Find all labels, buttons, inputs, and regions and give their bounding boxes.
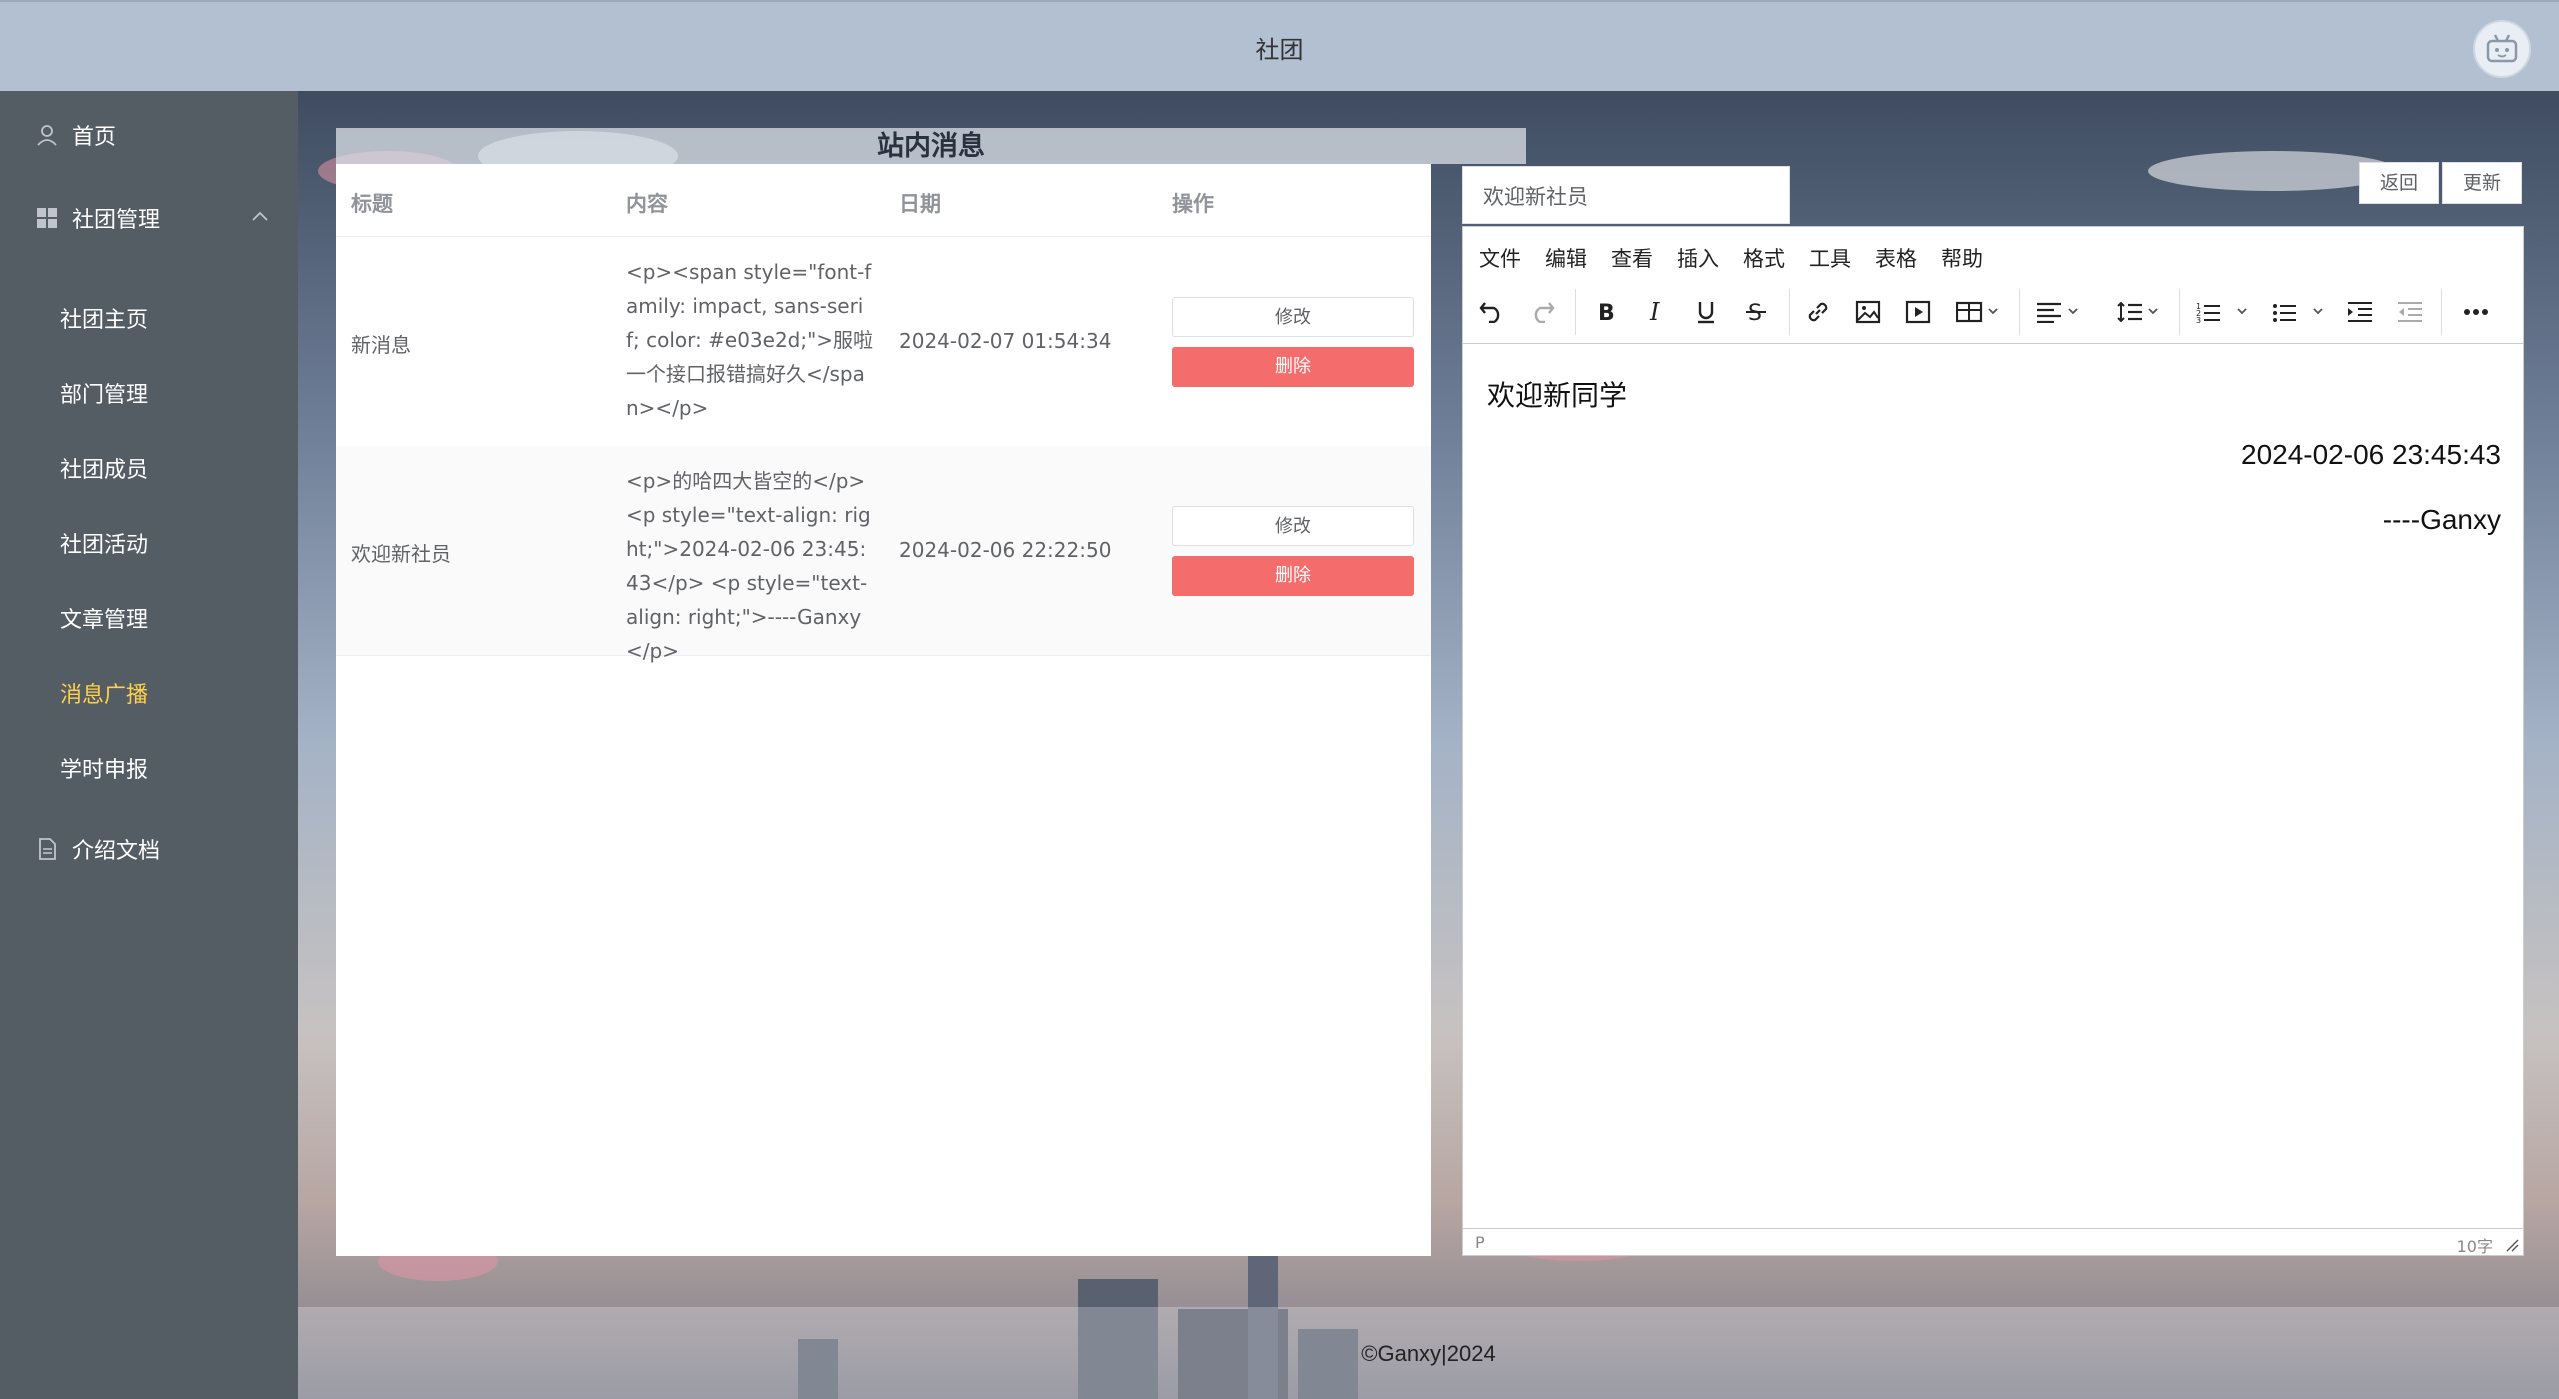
- back-button[interactable]: 返回: [2359, 162, 2439, 204]
- sidebar-item-label: 介绍文档: [72, 839, 161, 864]
- sidebar-item-broadcast[interactable]: 消息广播: [0, 668, 298, 718]
- app-title: 社团: [1255, 36, 1304, 64]
- row-content: <p>的哈四大皆空的</p> <p style="text-align: rig…: [626, 469, 871, 663]
- sidebar-item-club-home[interactable]: 社团主页: [0, 293, 298, 343]
- numbered-list-icon[interactable]: 123: [2193, 295, 2255, 329]
- outdent-icon[interactable]: [2393, 295, 2427, 329]
- menu-help[interactable]: 帮助: [1941, 243, 1983, 273]
- line-height-icon[interactable]: [2113, 295, 2167, 329]
- messages-table: 标题 内容 日期 操作 新消息 <p><span style="font-fam…: [336, 164, 1431, 1256]
- table-row: 欢迎新社员 <p>的哈四大皆空的</p> <p style="text-alig…: [336, 446, 1431, 663]
- column-header-actions: 操作: [1172, 192, 1214, 216]
- sidebar-item-label: 社团成员: [60, 458, 149, 483]
- menu-file[interactable]: 文件: [1479, 243, 1521, 273]
- sidebar-item-label: 首页: [72, 125, 117, 150]
- sidebar: 首页 社团管理 社团主页 部门管理 社团成员 社团活动 文章管理 消息广播 学时…: [0, 91, 298, 1399]
- chevron-up-icon: [252, 211, 268, 221]
- row-date: 2024-02-07 01:54:34: [899, 329, 1112, 353]
- update-button[interactable]: 更新: [2442, 162, 2522, 204]
- svg-text:B: B: [1598, 301, 1615, 324]
- bold-icon[interactable]: B: [1589, 295, 1623, 329]
- sidebar-item-articles[interactable]: 文章管理: [0, 593, 298, 643]
- element-path[interactable]: P: [1475, 1233, 1485, 1252]
- menu-edit[interactable]: 编辑: [1545, 243, 1587, 273]
- menu-tools[interactable]: 工具: [1809, 243, 1851, 273]
- sidebar-item-hours-report[interactable]: 学时申报: [0, 743, 298, 793]
- media-icon[interactable]: [1901, 295, 1935, 329]
- sidebar-item-label: 社团主页: [60, 308, 149, 333]
- sidebar-item-activities[interactable]: 社团活动: [0, 518, 298, 568]
- menu-table[interactable]: 表格: [1875, 243, 1917, 273]
- menu-format[interactable]: 格式: [1743, 243, 1785, 273]
- editor-menubar: 文件 编辑 查看 插入 格式 工具 表格 帮助: [1463, 227, 2523, 281]
- column-header-title: 标题: [351, 192, 393, 216]
- underline-icon[interactable]: [1689, 295, 1723, 329]
- italic-icon[interactable]: I: [1639, 295, 1673, 329]
- rich-text-editor: 文件 编辑 查看 插入 格式 工具 表格 帮助 B I S 1 2 3 欢迎新同…: [1462, 226, 2524, 1256]
- svg-text:3: 3: [2196, 316, 2201, 324]
- column-header-content: 内容: [626, 192, 668, 216]
- sidebar-item-departments[interactable]: 部门管理: [0, 368, 298, 418]
- top-header: 社团: [0, 0, 2559, 91]
- sidebar-item-label: 文章管理: [60, 608, 149, 633]
- redo-icon[interactable]: [1525, 295, 1559, 329]
- editor-paragraph: 2024-02-06 23:45:43: [2241, 439, 2501, 470]
- menu-view[interactable]: 查看: [1611, 243, 1653, 273]
- row-title: 新消息: [351, 333, 411, 357]
- sidebar-item-home[interactable]: 首页: [0, 110, 298, 160]
- user-avatar[interactable]: [2473, 20, 2531, 78]
- row-date: 2024-02-06 22:22:50: [899, 538, 1112, 562]
- grid-icon: [37, 208, 57, 228]
- page-title: 站内消息: [336, 128, 1526, 164]
- indent-icon[interactable]: [2343, 295, 2377, 329]
- footer: ©Ganxy|2024: [298, 1307, 2559, 1399]
- sidebar-item-label: 部门管理: [60, 383, 149, 408]
- editor-toolbar: B I S 123: [1463, 281, 2523, 344]
- align-icon[interactable]: [2033, 295, 2087, 329]
- row-content: <p><span style="font-family: impact, san…: [626, 260, 874, 420]
- column-header-date: 日期: [899, 192, 941, 216]
- delete-button[interactable]: 删除: [1172, 347, 1414, 387]
- edit-button[interactable]: 修改: [1172, 297, 1414, 337]
- strikethrough-icon[interactable]: S: [1739, 295, 1773, 329]
- resize-handle-icon[interactable]: [2505, 1238, 2519, 1252]
- link-icon[interactable]: [1801, 295, 1835, 329]
- sidebar-item-members[interactable]: 社团成员: [0, 443, 298, 493]
- delete-button[interactable]: 删除: [1172, 556, 1414, 596]
- edit-button[interactable]: 修改: [1172, 506, 1414, 546]
- row-title: 欢迎新社员: [351, 542, 451, 566]
- copyright-text: ©Ganxy|2024: [1361, 1341, 1496, 1366]
- user-icon: [37, 125, 57, 146]
- svg-text:I: I: [1649, 300, 1660, 324]
- document-icon: [39, 838, 56, 860]
- table-insert-icon[interactable]: [1953, 295, 2007, 329]
- sidebar-item-label: 学时申报: [60, 758, 149, 783]
- robot-avatar-icon: [2486, 34, 2518, 63]
- sidebar-item-docs[interactable]: 介绍文档: [0, 824, 298, 874]
- undo-icon[interactable]: [1475, 295, 1509, 329]
- table-row: 新消息 <p><span style="font-family: impact,…: [336, 237, 1431, 447]
- editor-paragraph: ----Ganxy: [2382, 504, 2501, 535]
- sidebar-item-label: 社团管理: [72, 208, 161, 233]
- sidebar-item-label: 消息广播: [60, 683, 149, 708]
- message-title-input[interactable]: 欢迎新社员: [1462, 166, 1790, 224]
- image-icon[interactable]: [1851, 295, 1885, 329]
- sidebar-item-club-management[interactable]: 社团管理: [0, 193, 298, 243]
- editor-content-area[interactable]: 欢迎新同学 2024-02-06 23:45:43 ----Ganxy: [1463, 344, 2523, 1234]
- editor-statusbar: P 10字: [1463, 1228, 2523, 1256]
- editor-paragraph: 欢迎新同学: [1487, 380, 1628, 411]
- menu-insert[interactable]: 插入: [1677, 243, 1719, 273]
- table-header: 标题 内容 日期 操作: [336, 164, 1431, 237]
- word-count: 10字: [2456, 1237, 2493, 1256]
- more-icon[interactable]: [2459, 295, 2493, 329]
- bullet-list-icon[interactable]: [2269, 295, 2331, 329]
- sidebar-item-label: 社团活动: [60, 533, 149, 558]
